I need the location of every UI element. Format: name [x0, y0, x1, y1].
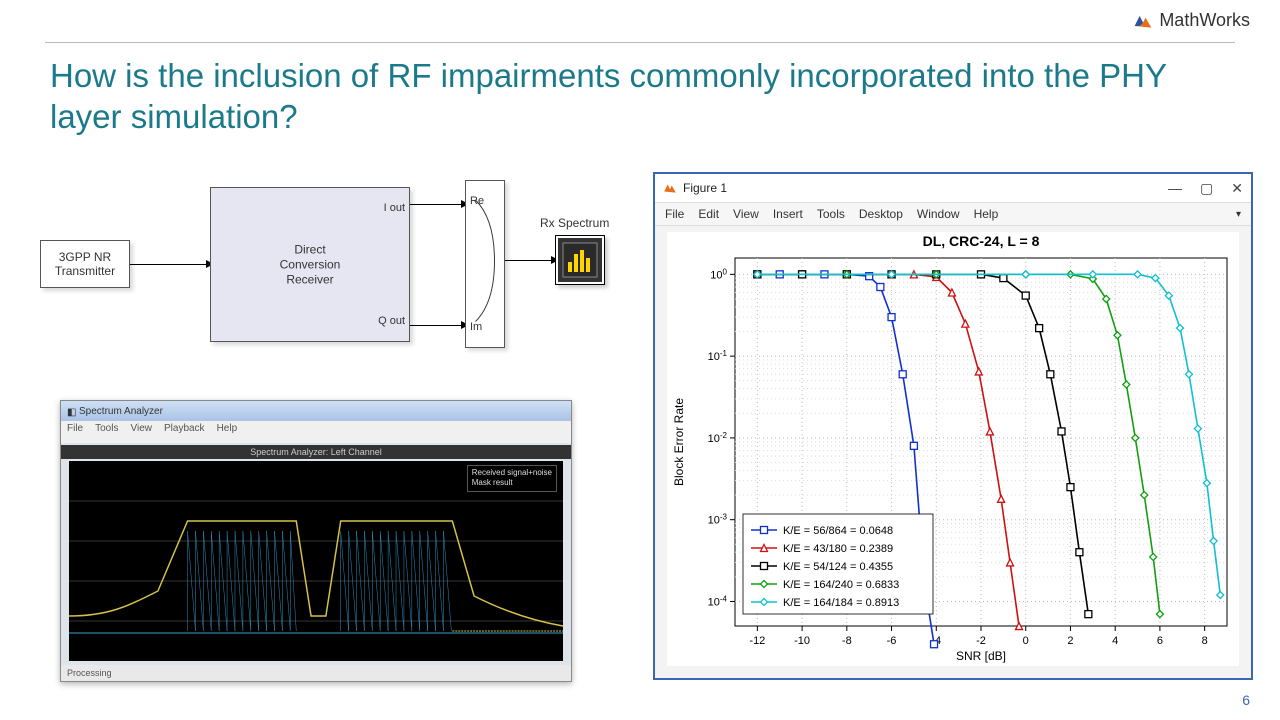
- svg-text:8: 8: [1202, 635, 1208, 647]
- spectrum-window-titlebar: ◧ Spectrum Analyzer: [61, 401, 571, 421]
- svg-text:4: 4: [1112, 635, 1118, 647]
- spectrum-menu-item[interactable]: View: [130, 423, 152, 441]
- spectrum-menu-item[interactable]: Tools: [95, 423, 118, 441]
- svg-text:-8: -8: [842, 635, 852, 647]
- slide-title: How is the inclusion of RF impairments c…: [50, 55, 1200, 138]
- spectrum-menu-item[interactable]: Playback: [164, 423, 205, 441]
- spectrum-status-bar: Processing: [61, 665, 571, 681]
- svg-text:0: 0: [1023, 635, 1029, 647]
- figure-menu-item[interactable]: Edit: [698, 207, 719, 221]
- page-number: 6: [1242, 692, 1250, 708]
- figure-menu-item[interactable]: Help: [974, 207, 999, 221]
- legend-row: Received signal+noise: [472, 468, 552, 478]
- figure-menu-item[interactable]: Tools: [817, 207, 845, 221]
- header-rule: [45, 42, 1235, 43]
- figure-menu-item[interactable]: Desktop: [859, 207, 903, 221]
- svg-text:K/E = 54/124 = 0.4355: K/E = 54/124 = 0.4355: [783, 561, 893, 573]
- mathworks-logo-icon: [1133, 11, 1153, 31]
- figure-menu-item[interactable]: Insert: [773, 207, 803, 221]
- window-close-button[interactable]: ✕: [1231, 180, 1243, 197]
- matlab-figure-window: Figure 1 — ▢ ✕ File Edit View Insert Too…: [653, 172, 1253, 680]
- svg-text:SNR [dB]: SNR [dB]: [956, 649, 1006, 663]
- spectrum-plot-title: Spectrum Analyzer: Left Channel: [61, 445, 571, 459]
- svg-text:2: 2: [1067, 635, 1073, 647]
- scope-label: Rx Spectrum: [540, 216, 609, 230]
- figure-menubar: File Edit View Insert Tools Desktop Wind…: [655, 202, 1251, 226]
- spectrum-analyzer-window: ◧ Spectrum Analyzer File Tools View Play…: [60, 400, 572, 682]
- receiver-label: Direct Conversion Receiver: [211, 242, 409, 287]
- toolbar-chevron-icon[interactable]: ▾: [1236, 209, 1241, 220]
- brand-name: MathWorks: [1159, 10, 1250, 31]
- window-maximize-button[interactable]: ▢: [1200, 180, 1213, 197]
- svg-text:-10: -10: [794, 635, 810, 647]
- i-out-label: I out: [384, 202, 405, 214]
- spectrum-menu-item[interactable]: File: [67, 423, 83, 441]
- complex-combine-block: Re Im: [465, 180, 505, 348]
- svg-text:K/E = 164/240 = 0.6833: K/E = 164/240 = 0.6833: [783, 579, 899, 591]
- svg-text:10-4: 10-4: [708, 594, 728, 609]
- legend-row: Mask result: [472, 478, 552, 488]
- svg-text:-6: -6: [887, 635, 897, 647]
- q-out-label: Q out: [378, 315, 405, 327]
- svg-text:-12: -12: [749, 635, 765, 647]
- block-diagram: 3GPP NR Transmitter RF in Direct Convers…: [40, 180, 630, 380]
- spectrum-legend: Received signal+noise Mask result: [467, 465, 557, 492]
- svg-text:10-3: 10-3: [708, 512, 728, 527]
- spectrum-menubar: File Tools View Playback Help: [61, 421, 571, 443]
- figure-window-title: Figure 1: [683, 181, 727, 195]
- tx-block: 3GPP NR Transmitter: [40, 240, 130, 288]
- figure-menu-item[interactable]: View: [733, 207, 759, 221]
- spectrum-icon: [562, 242, 598, 278]
- svg-text:K/E = 164/184 = 0.8913: K/E = 164/184 = 0.8913: [783, 597, 899, 609]
- receiver-block: Direct Conversion Receiver I out Q out: [210, 187, 410, 342]
- figure-menu-item[interactable]: Window: [917, 207, 960, 221]
- matlab-figure-icon: [663, 181, 677, 195]
- svg-text:K/E = 56/864 = 0.0648: K/E = 56/864 = 0.0648: [783, 525, 893, 537]
- svg-text:-2: -2: [976, 635, 986, 647]
- figure-menu-item[interactable]: File: [665, 207, 684, 221]
- spectrum-window-title: Spectrum Analyzer: [79, 406, 163, 417]
- svg-text:K/E = 43/180 = 0.2389: K/E = 43/180 = 0.2389: [783, 543, 893, 555]
- tx-block-label: 3GPP NR Transmitter: [55, 250, 115, 278]
- window-minimize-button[interactable]: —: [1168, 180, 1182, 197]
- svg-text:100: 100: [710, 267, 727, 282]
- svg-text:Block Error Rate: Block Error Rate: [672, 398, 686, 486]
- spectrum-menu-item[interactable]: Help: [217, 423, 238, 441]
- scope-block: [555, 235, 605, 285]
- svg-text:DL, CRC-24, L = 8: DL, CRC-24, L = 8: [923, 233, 1040, 249]
- svg-text:10-2: 10-2: [708, 430, 728, 445]
- figure-axes: DL, CRC-24, L = 8-12-10-8-6-4-2024681001…: [667, 232, 1239, 666]
- window-icon: ◧: [67, 407, 75, 415]
- svg-text:6: 6: [1157, 635, 1163, 647]
- svg-text:10-1: 10-1: [708, 349, 728, 364]
- figure-titlebar: Figure 1 — ▢ ✕: [655, 174, 1251, 202]
- brand: MathWorks: [1133, 10, 1250, 31]
